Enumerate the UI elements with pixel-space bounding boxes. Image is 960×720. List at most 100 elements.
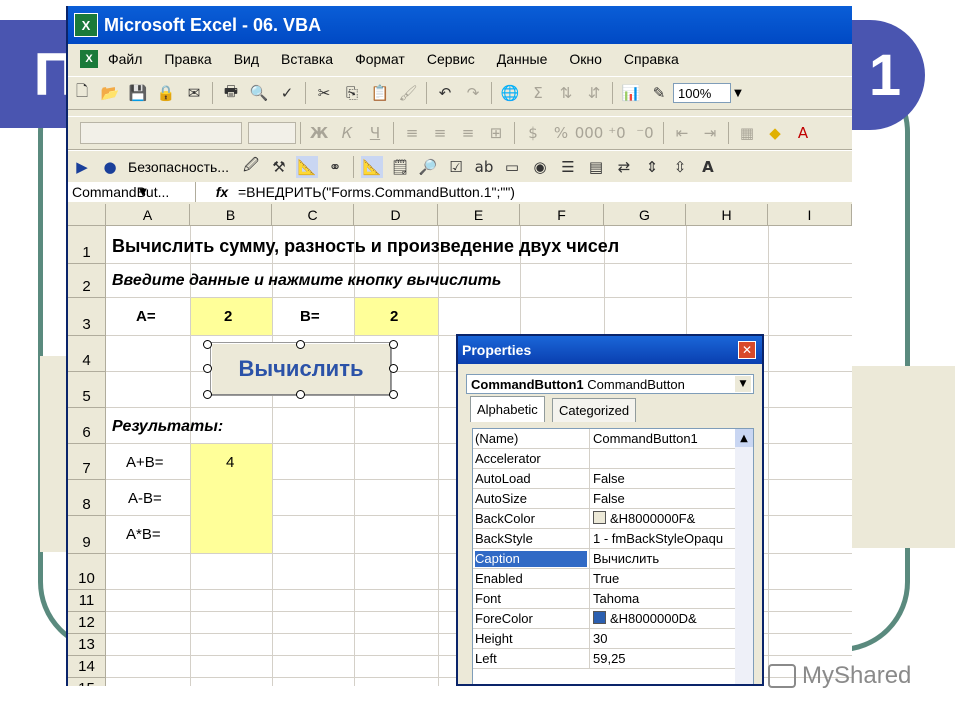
decrease-decimal-icon[interactable]: ⁻0 <box>634 122 656 144</box>
record-macro-icon[interactable]: ● <box>99 156 121 178</box>
resize-handle-top[interactable] <box>296 340 305 349</box>
row-header-10[interactable]: 10 <box>68 554 106 590</box>
col-header-f[interactable]: F <box>520 204 604 226</box>
row-header-14[interactable]: 14 <box>68 656 106 678</box>
properties-icon[interactable]: 🗒 <box>389 156 411 178</box>
font-size-select[interactable] <box>248 122 296 144</box>
col-header-g[interactable]: G <box>604 204 686 226</box>
command-button-control-icon[interactable]: ▭ <box>501 156 523 178</box>
menu-insert[interactable]: Вставка <box>281 51 333 67</box>
row-header-13[interactable]: 13 <box>68 634 106 656</box>
workbook-icon[interactable]: X <box>80 50 98 68</box>
percent-icon[interactable]: % <box>550 122 572 144</box>
sort-descending-icon[interactable]: ⇵ <box>583 82 605 104</box>
row-header-3[interactable]: 3 <box>68 298 106 336</box>
redo-icon[interactable]: ↷ <box>462 82 484 104</box>
property-row-selected[interactable]: Caption Вычислить <box>473 549 735 569</box>
new-icon[interactable]: 🗋 <box>71 82 93 104</box>
row-header-8[interactable]: 8 <box>68 480 106 516</box>
property-row[interactable]: Font Tahoma <box>473 589 735 609</box>
design-mode-icon[interactable]: 📐 <box>295 156 318 178</box>
resize-handle-bottom-left[interactable] <box>203 390 212 399</box>
cell-a7-label[interactable]: A+B= <box>126 454 164 471</box>
scrollbar-control-icon[interactable]: ⇳ <box>669 156 691 178</box>
option-button-control-icon[interactable]: ◉ <box>529 156 551 178</box>
row-header-9[interactable]: 9 <box>68 516 106 554</box>
property-row[interactable]: Enabled True <box>473 569 735 589</box>
menu-data[interactable]: Данные <box>497 51 548 67</box>
resize-handle-bottom-right[interactable] <box>389 390 398 399</box>
cell-a1-heading[interactable]: Вычислить сумму, разность и произведение… <box>112 236 619 257</box>
italic-icon[interactable]: К <box>336 122 358 144</box>
property-row[interactable]: Accelerator <box>473 449 735 469</box>
increase-indent-icon[interactable]: ⇥ <box>699 122 721 144</box>
tab-categorized[interactable]: Categorized <box>552 398 637 422</box>
cell-c3-label[interactable]: B= <box>300 308 320 325</box>
row-header-15[interactable]: 15 <box>68 678 106 686</box>
menu-edit[interactable]: Правка <box>164 51 211 67</box>
property-row[interactable]: AutoSize False <box>473 489 735 509</box>
menu-help[interactable]: Справка <box>624 51 679 67</box>
visual-basic-editor-icon[interactable]: 🖉 <box>240 156 262 178</box>
undo-icon[interactable]: ↶ <box>434 82 456 104</box>
sort-ascending-icon[interactable]: ⇅ <box>555 82 577 104</box>
cell-a3-label[interactable]: A= <box>136 308 156 325</box>
cell-a8-label[interactable]: A-B= <box>128 490 162 507</box>
cell-b7-value[interactable]: 4 <box>226 454 234 471</box>
run-macro-icon[interactable]: ▶ <box>71 156 93 178</box>
property-row[interactable]: (Name) CommandButton1 <box>473 429 735 449</box>
resize-handle-right[interactable] <box>389 364 398 373</box>
object-dropdown-icon[interactable]: ▼ <box>735 376 751 392</box>
fill-color-icon[interactable]: ◆ <box>764 122 786 144</box>
drawing-icon[interactable]: ✎ <box>648 82 670 104</box>
close-icon[interactable]: ✕ <box>738 341 756 359</box>
property-row[interactable]: ForeColor &H8000000D& <box>473 609 735 629</box>
insert-function-icon[interactable]: fx <box>210 184 234 200</box>
spelling-icon[interactable]: ✓ <box>276 82 298 104</box>
menu-window[interactable]: Окно <box>569 51 602 67</box>
paste-icon[interactable]: 📋 <box>369 82 391 104</box>
resize-handle-top-left[interactable] <box>203 340 212 349</box>
menu-file[interactable]: Файл <box>108 51 142 67</box>
col-header-b[interactable]: B <box>190 204 272 226</box>
security-button[interactable]: Безопасность... <box>128 159 229 175</box>
col-header-h[interactable]: H <box>686 204 768 226</box>
save-icon[interactable]: 💾 <box>127 82 149 104</box>
row-header-11[interactable]: 11 <box>68 590 106 612</box>
property-row[interactable]: Left 59,25 <box>473 649 735 669</box>
col-header-d[interactable]: D <box>354 204 438 226</box>
print-preview-icon[interactable]: 🔍 <box>248 82 270 104</box>
row-header-4[interactable]: 4 <box>68 336 106 372</box>
email-icon[interactable]: ✉ <box>183 82 205 104</box>
textbox-control-icon[interactable]: ab <box>473 156 495 178</box>
cut-icon[interactable]: ✂ <box>313 82 335 104</box>
hyperlink-icon[interactable]: 🌐 <box>499 82 521 104</box>
row-header-2[interactable]: 2 <box>68 264 106 298</box>
font-name-select[interactable] <box>80 122 242 144</box>
comma-style-icon[interactable]: 000 <box>575 122 604 144</box>
menu-view[interactable]: Вид <box>234 51 259 67</box>
zoom-dropdown-icon[interactable]: ▼ <box>731 83 745 103</box>
row-header-7[interactable]: 7 <box>68 444 106 480</box>
resize-handle-top-right[interactable] <box>389 340 398 349</box>
autosum-icon[interactable]: Σ <box>527 82 549 104</box>
row-header-1[interactable]: 1 <box>68 226 106 264</box>
view-code-icon[interactable]: 🔎 <box>417 156 439 178</box>
label-control-icon[interactable]: A <box>697 156 719 178</box>
menu-format[interactable]: Формат <box>355 51 405 67</box>
font-color-icon[interactable]: A <box>792 122 814 144</box>
formula-input[interactable]: =ВНЕДРИТЬ("Forms.CommandButton.1";"") <box>238 184 515 200</box>
cell-a2-instruction[interactable]: Введите данные и нажмите кнопку вычислит… <box>112 272 501 290</box>
design-mode-toggle-icon[interactable]: 📐 <box>360 156 383 178</box>
toggle-button-control-icon[interactable]: ⇄ <box>613 156 635 178</box>
scroll-up-icon[interactable]: ▲ <box>735 429 753 447</box>
currency-icon[interactable]: $ <box>522 122 544 144</box>
underline-icon[interactable]: Ч <box>364 122 386 144</box>
tab-alphabetic[interactable]: Alphabetic <box>470 396 545 422</box>
align-center-icon[interactable]: ≡ <box>429 122 451 144</box>
name-box-dropdown-icon[interactable]: ▼ <box>136 182 150 202</box>
row-header-5[interactable]: 5 <box>68 372 106 408</box>
bold-icon[interactable]: Ж <box>308 122 330 144</box>
align-right-icon[interactable]: ≡ <box>457 122 479 144</box>
permission-icon[interactable]: 🔒 <box>155 82 177 104</box>
